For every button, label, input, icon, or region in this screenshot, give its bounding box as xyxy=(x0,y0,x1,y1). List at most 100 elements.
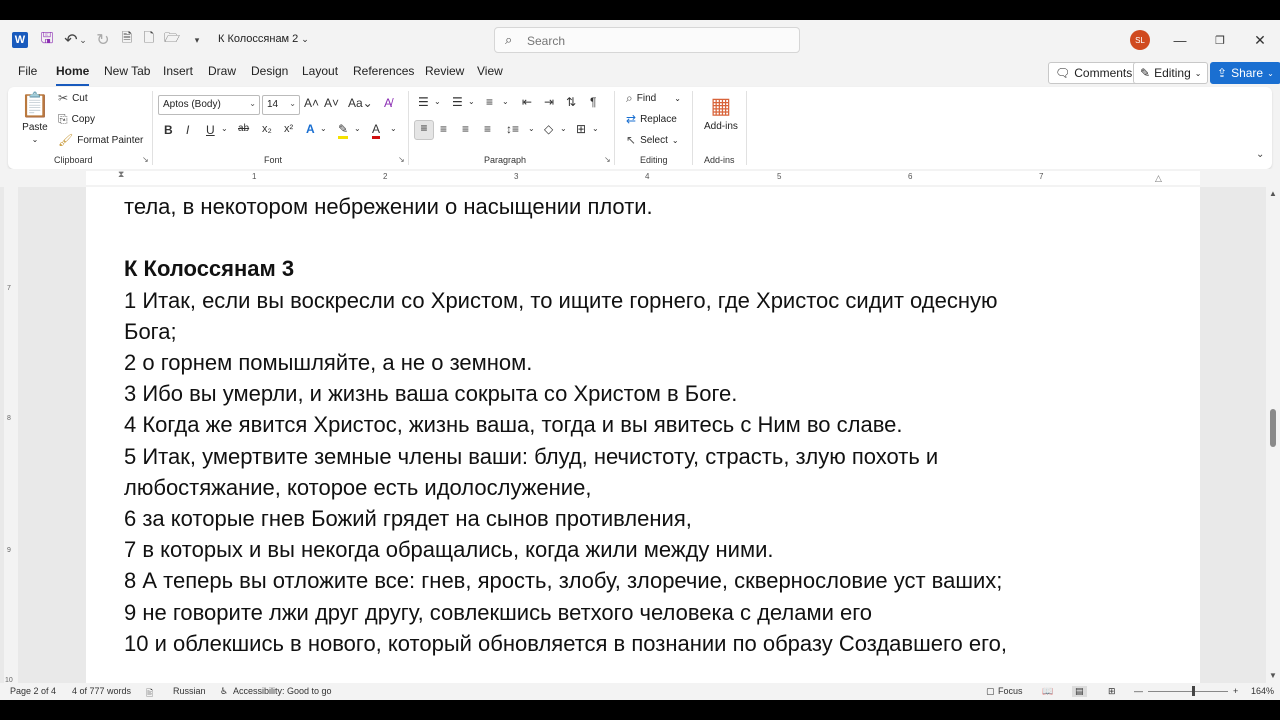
indent-marker-icon[interactable]: ⧗ xyxy=(118,169,124,180)
dialog-launcher-icon[interactable]: ↘ xyxy=(142,155,149,164)
read-mode-icon[interactable]: 📖 xyxy=(1042,686,1053,697)
dialog-launcher-icon[interactable]: ↘ xyxy=(604,155,611,164)
document-line[interactable]: 10 и облекшись в нового, который обновля… xyxy=(124,628,1164,659)
numbering-icon[interactable]: ☰ xyxy=(452,95,463,109)
document-line[interactable]: 3 Ибо вы умерли, и жизнь ваша сокрыта со… xyxy=(124,378,1164,409)
customize-toolbar-icon[interactable]: ▾ xyxy=(188,31,206,49)
align-center-icon[interactable]: ≡ xyxy=(440,122,447,136)
chevron-down-icon[interactable]: ⌄ xyxy=(320,124,327,133)
editing-mode-button[interactable]: ✎ Editing ⌄ xyxy=(1133,62,1209,84)
font-size-combo[interactable]: 14 ⌄ xyxy=(262,95,300,115)
language-status[interactable]: Russian xyxy=(173,686,206,696)
document-line[interactable]: 1 Итак, если вы воскресли со Христом, то… xyxy=(124,285,1164,316)
zoom-level[interactable]: 164% xyxy=(1251,686,1274,696)
chevron-down-icon[interactable]: ⌄ xyxy=(592,124,599,133)
chevron-down-icon[interactable]: ⌄ xyxy=(221,124,228,133)
tab-insert[interactable]: Insert xyxy=(163,64,193,78)
paste-button[interactable]: 📋 Paste ⌄ xyxy=(20,91,50,144)
underline-icon[interactable]: U xyxy=(206,123,215,137)
proofing-icon[interactable]: 🖹 xyxy=(146,686,153,700)
chevron-down-icon[interactable]: ⌄ xyxy=(468,97,475,106)
vertical-scrollbar[interactable]: ▲ ▼ xyxy=(1266,187,1280,683)
document-line[interactable]: 5 Итак, умертвите земные члены ваши: блу… xyxy=(124,441,1164,472)
font-name-combo[interactable]: Aptos (Body) ⌄ xyxy=(158,95,260,115)
grow-font-icon[interactable]: A˄ xyxy=(304,96,319,110)
document-body[interactable]: тела, в некотором небрежении о насыщении… xyxy=(124,191,1164,659)
tab-view[interactable]: View xyxy=(477,64,503,78)
document-line[interactable]: 2 о горнем помышляйте, а не о земном. xyxy=(124,347,1164,378)
dialog-launcher-icon[interactable]: ↘ xyxy=(398,155,405,164)
chevron-down-icon[interactable]: ⌄ xyxy=(560,124,567,133)
superscript-icon[interactable]: x² xyxy=(284,123,293,135)
tab-layout[interactable]: Layout xyxy=(302,64,338,78)
focus-button[interactable]: Focus xyxy=(998,686,1023,696)
replace-button[interactable]: ⇄ Replace xyxy=(626,112,677,126)
bullets-icon[interactable]: ☰ xyxy=(418,95,429,109)
save-icon[interactable]: 🖫 xyxy=(38,30,56,49)
subscript-icon[interactable]: x₂ xyxy=(262,123,272,135)
format-painter-button[interactable]: 🖌 Format Painter xyxy=(58,133,143,147)
cut-button[interactable]: ✂ Cut xyxy=(58,91,88,105)
page-count[interactable]: Page 2 of 4 xyxy=(10,686,56,696)
comments-button[interactable]: 🗨 Comments xyxy=(1048,62,1140,84)
font-color-icon[interactable]: A xyxy=(372,122,381,139)
document-line[interactable]: 4 Когда же явится Христос, жизнь ваша, т… xyxy=(124,409,1164,440)
document-title[interactable]: К Колоссянам 2 ⌄ xyxy=(218,33,309,45)
text-effects-icon[interactable]: A xyxy=(306,122,315,136)
chevron-down-icon[interactable]: ⌄ xyxy=(390,124,397,133)
word-count[interactable]: 4 of 777 words xyxy=(72,686,131,696)
chevron-down-icon[interactable]: ⌄ xyxy=(434,97,441,106)
avatar[interactable]: SL xyxy=(1130,30,1150,50)
change-case-icon[interactable]: Aa⌄ xyxy=(348,96,373,110)
web-layout-icon[interactable]: ⊞ xyxy=(1108,686,1116,697)
decrease-indent-icon[interactable]: ⇤ xyxy=(522,95,532,109)
highlight-icon[interactable]: ✎ xyxy=(338,122,349,139)
tab-draw[interactable]: Draw xyxy=(208,64,236,78)
minimize-icon[interactable]: — xyxy=(1170,30,1190,50)
scroll-down-icon[interactable]: ▼ xyxy=(1269,671,1277,680)
increase-indent-icon[interactable]: ⇥ xyxy=(544,95,554,109)
document-line[interactable]: 7 в которых и вы некогда обращались, ког… xyxy=(124,534,1164,565)
bold-icon[interactable]: B xyxy=(164,123,173,137)
zoom-out-icon[interactable]: — xyxy=(1134,686,1143,696)
align-right-icon[interactable]: ≡ xyxy=(462,122,469,136)
collapse-ribbon-icon[interactable]: ⌄ xyxy=(1256,149,1264,160)
tab-references[interactable]: References xyxy=(353,64,414,78)
restore-icon[interactable]: ❐ xyxy=(1210,30,1230,50)
document-line[interactable]: 9 не говорите лжи друг другу, совлекшись… xyxy=(124,597,1164,628)
document-page[interactable]: тела, в некотором небрежении о насыщении… xyxy=(86,187,1200,683)
document-line[interactable]: 8 А теперь вы отложите все: гнев, ярость… xyxy=(124,565,1164,596)
zoom-slider[interactable] xyxy=(1148,691,1228,692)
shrink-font-icon[interactable]: A˅ xyxy=(324,96,339,110)
document-line[interactable]: любостяжание, которое есть идолослужение… xyxy=(124,472,1164,503)
chevron-down-icon[interactable]: ⌄ xyxy=(354,124,361,133)
line-spacing-icon[interactable]: ↕≡ xyxy=(506,122,519,136)
scroll-up-icon[interactable]: ▲ xyxy=(1269,189,1277,198)
align-left-icon[interactable]: ≡ xyxy=(414,120,434,140)
document-icon[interactable]: 🗎 xyxy=(118,30,136,49)
tab-file[interactable]: File xyxy=(18,64,37,78)
accessibility-status[interactable]: Accessibility: Good to go xyxy=(233,686,332,696)
shading-icon[interactable]: ◇ xyxy=(544,122,553,136)
add-ins-button[interactable]: ▦ Add-ins xyxy=(704,93,738,132)
document-line[interactable]: тела, в некотором небрежении о насыщении… xyxy=(124,191,1164,222)
print-layout-icon[interactable]: ▤ xyxy=(1072,686,1087,697)
zoom-in-icon[interactable]: + xyxy=(1233,686,1238,696)
close-icon[interactable]: ✕ xyxy=(1250,30,1270,50)
open-folder-icon[interactable]: 🗁 xyxy=(163,30,181,49)
document-line[interactable]: 6 за которые гнев Божий грядет на сынов … xyxy=(124,503,1164,534)
multilevel-list-icon[interactable]: ≡ xyxy=(486,95,493,109)
tab-design[interactable]: Design xyxy=(251,64,288,78)
chevron-down-icon[interactable]: ⌄ xyxy=(502,97,509,106)
share-button[interactable]: ⇪ Share ⌄ xyxy=(1210,62,1280,84)
chapter-heading[interactable]: К Колоссянам 3 xyxy=(124,253,1164,284)
italic-icon[interactable]: I xyxy=(186,123,189,137)
right-indent-marker-icon[interactable]: △ xyxy=(1155,173,1162,184)
undo-dropdown-icon[interactable]: ⌄ xyxy=(78,31,88,49)
document-line[interactable]: Бога; xyxy=(124,316,1164,347)
blank-line[interactable] xyxy=(124,222,1164,253)
scrollbar-thumb[interactable] xyxy=(1270,409,1276,447)
redo-icon[interactable]: ↻ xyxy=(94,31,112,49)
zoom-slider-thumb[interactable] xyxy=(1192,686,1195,696)
sort-icon[interactable]: ⇅ xyxy=(566,95,576,109)
